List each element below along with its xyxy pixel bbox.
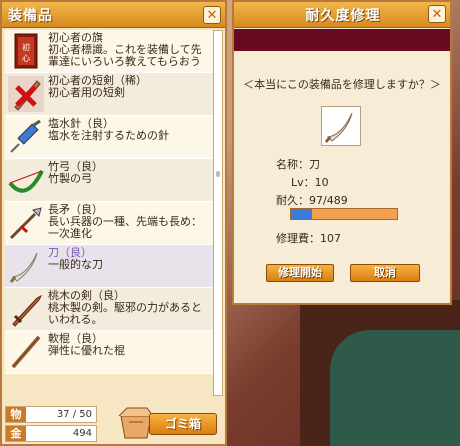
repair-start-button[interactable]: 修理開始 [266,264,334,282]
svg-text:初: 初 [22,42,30,52]
list-item[interactable]: 塩水針（良） 塩水を注射するための針 [5,116,213,159]
inventory-scrollbar[interactable] [213,30,223,396]
item-desc: 輩達にいろいろ教えてもらおう [48,55,201,68]
syringe-icon [7,118,45,156]
inventory-title: 装備品 [8,7,53,24]
repair-window: 耐久度修理 ✕ ＜本当にこの装備品を修理しますか？＞ 名称：刀 Lv：10 耐久… [232,0,452,305]
trash-area: ゴミ箱 [117,406,217,440]
list-item[interactable]: 竹弓（良） 竹製の弓 [5,159,213,202]
repair-banner [234,29,450,51]
repair-item-level: Lv：10 [291,176,329,189]
inventory-window: 装備品 ✕ 初心 初心者の旗 初心者標識。これを装備して先 輩達にいろいろ教えてもら… [0,0,227,446]
staff-icon [7,333,45,371]
money-value: 494 [72,428,92,439]
peach-wood-sword-icon [7,290,45,328]
repair-prompt: ＜本当にこの装備品を修理しますか？＞ [243,78,441,91]
katana-icon [321,106,361,146]
trash-button[interactable]: ゴミ箱 [149,413,217,435]
list-item[interactable]: 長矛（良） 長い兵器の一種、先端も長め： 一次進化 [5,202,213,245]
item-count-value: 37 / 50 [56,409,92,420]
repair-title: 耐久度修理 [305,7,381,24]
durability-bar [290,208,398,220]
list-item[interactable]: 初心 初心者の旗 初心者標識。これを装備して先 輩達にいろいろ教えてもらおう [5,30,213,73]
repair-titlebar[interactable]: 耐久度修理 ✕ [234,2,450,28]
repair-cancel-button[interactable]: 取消 [350,264,420,282]
beginner-flag-icon: 初心 [7,32,45,70]
katana-icon [7,247,45,285]
close-icon[interactable]: ✕ [203,5,221,24]
short-sword-broken-icon [7,75,45,113]
inventory-titlebar[interactable]: 装備品 ✕ [2,2,225,28]
repair-item-name: 名称：刀 [276,158,320,171]
item-desc: いわれる。 [48,313,103,326]
money-label: 金 [6,426,26,441]
repair-cost: 修理費：107 [276,232,341,245]
item-desc: 初心者用の短剣 [48,86,125,99]
svg-text:心: 心 [22,54,30,63]
background-character [330,330,460,446]
item-desc: 竹製の弓 [48,172,92,185]
money: 金 494 [5,425,97,442]
close-icon[interactable]: ✕ [428,5,446,23]
item-count-label: 物 [6,407,26,422]
scrollbar-thumb[interactable] [216,171,220,177]
item-desc: 一次進化 [48,227,92,240]
item-desc: 弾性に優れた棍 [48,344,125,357]
item-desc: 一般的な刀 [48,258,103,271]
list-item-selected[interactable]: 刀（良） 一般的な刀 [5,245,213,288]
item-list: 初心 初心者の旗 初心者標識。これを装備して先 輩達にいろいろ教えてもらおう 初心者… [5,30,213,396]
item-desc: 塩水を注射するための針 [48,129,169,142]
bamboo-bow-icon [7,161,45,199]
item-count: 物 37 / 50 [5,406,97,423]
durability-bar-fill [291,209,312,219]
list-item[interactable]: 初心者の短剣（稀） 初心者用の短剣 [5,73,213,116]
list-item[interactable]: 軟棍（良） 弾性に優れた棍 [5,331,213,374]
list-item[interactable]: 桃木の剣（良） 桃木製の剣。駆邪の力があると いわれる。 [5,288,213,331]
spear-icon [7,204,45,242]
repair-durability: 耐久：97/489 [276,194,348,207]
